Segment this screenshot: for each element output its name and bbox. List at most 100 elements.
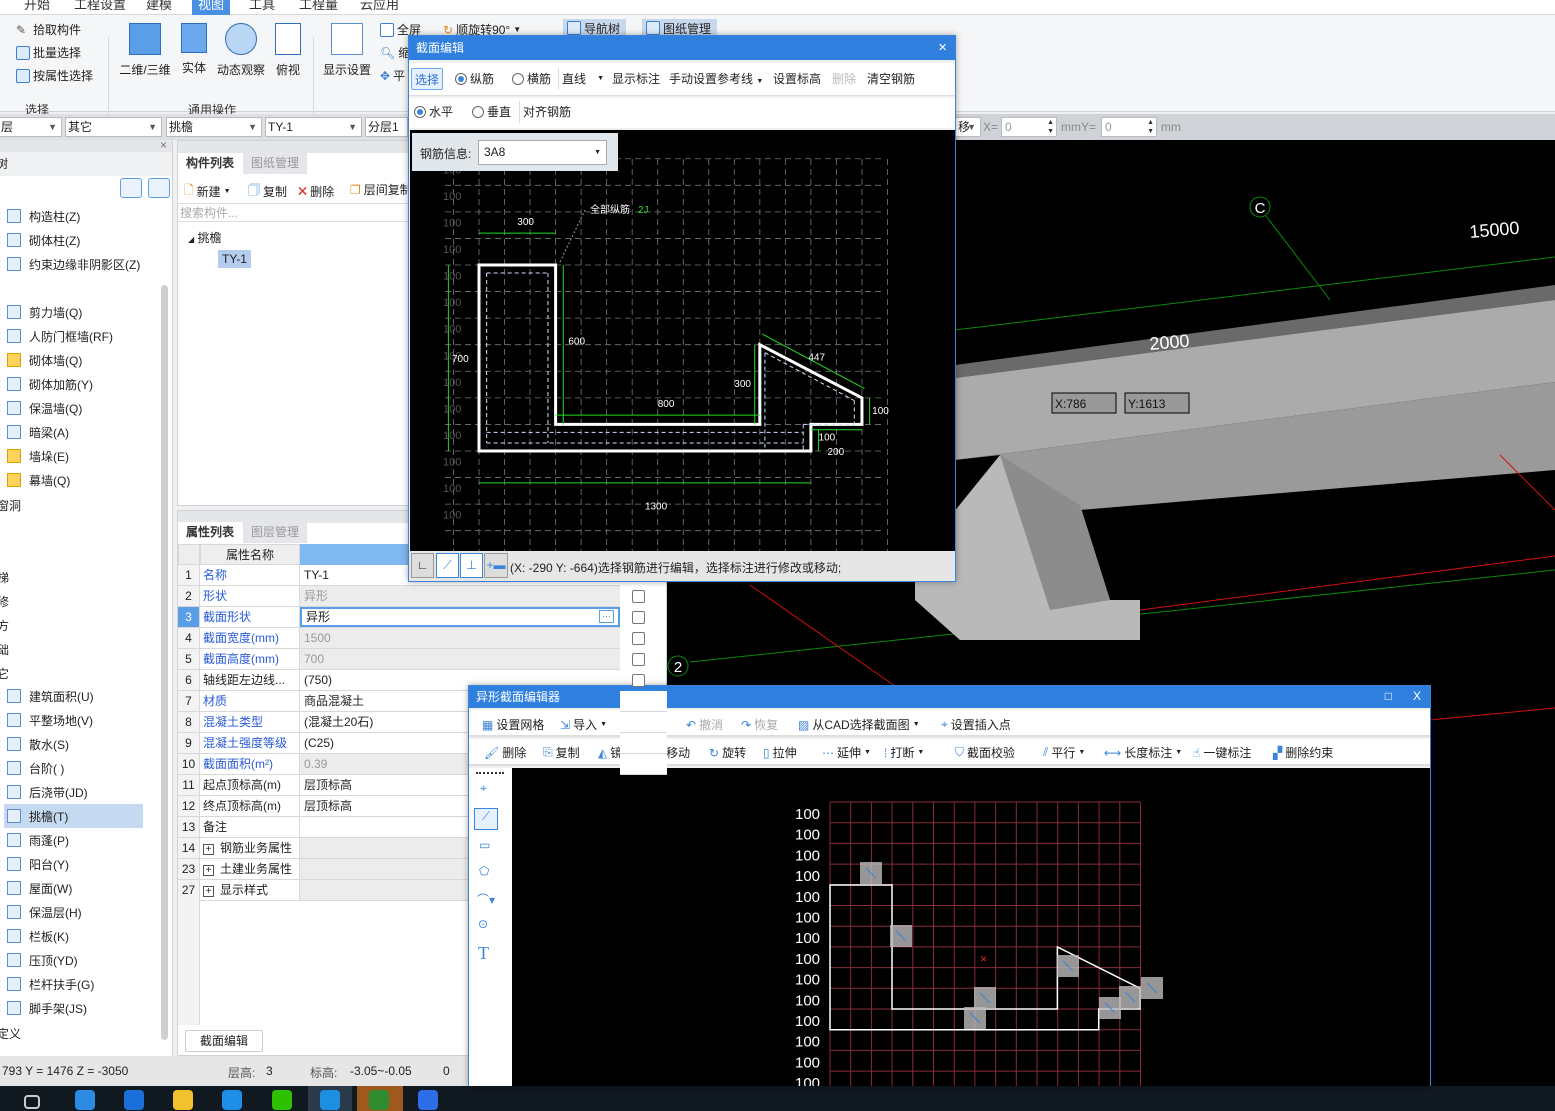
scrollbar[interactable]	[161, 285, 168, 1040]
menu-tab[interactable]: 工具	[243, 0, 281, 15]
nav-item[interactable]: 约束边缘非阴影区(Z)	[0, 252, 160, 276]
vertical-radio[interactable]: 垂直	[469, 101, 514, 123]
task-view-icon[interactable]	[24, 1095, 40, 1109]
search-component-input[interactable]: 搜索构件...	[178, 203, 408, 222]
nav-item[interactable]: 保温墙(Q)	[0, 396, 160, 420]
select-by-attr-button[interactable]: 按属性选择	[16, 67, 93, 84]
x-offset-input[interactable]: 0 ▲ ▼	[1001, 117, 1057, 137]
solid-button[interactable]: 实体	[178, 23, 210, 76]
shape-editor-canvas[interactable]: 100 100 100 100 100 100 100 100 100 100 100 100 100 1…	[512, 768, 1430, 1086]
nav-category[interactable]: 定义	[0, 1025, 21, 1042]
filter-dropdown[interactable]: 分层1	[365, 117, 408, 137]
editor-tool-button[interactable]: ↷ 恢复	[741, 716, 778, 733]
dimension-label-total_width[interactable]: 1300	[645, 501, 668, 512]
nav-item[interactable]: 屋面(W)	[0, 876, 160, 900]
nav-item[interactable]: 暗梁(A)	[0, 420, 160, 444]
expand-plus-icon[interactable]: +	[203, 865, 214, 876]
collapse-triangle-icon[interactable]: ◢	[188, 235, 194, 244]
snap-insert-icon[interactable]: +▬	[484, 553, 508, 578]
editor-tool-button[interactable]: ⫽ 平行 ▼	[1043, 744, 1085, 761]
editor-tool-button[interactable]: ⌖ 设置插入点	[941, 716, 1011, 733]
nav-item[interactable]: 平整场地(V)	[0, 708, 160, 732]
nav-category[interactable]: 方	[0, 617, 9, 634]
expand-plus-icon[interactable]: +	[203, 886, 214, 897]
point-icon[interactable]: ⌖	[480, 781, 487, 796]
editor-tool-button[interactable]: ▞ 删除约束	[1273, 744, 1333, 761]
editor-tool-button[interactable]: ⟷ 长度标注 ▼	[1104, 744, 1182, 761]
editor-tool-button[interactable]: ⋯ 延伸 ▼	[822, 744, 871, 761]
nav-item[interactable]: 剪力墙(Q)	[0, 300, 160, 324]
rebar-info-dropdown[interactable]: 3A8 ▼	[478, 140, 607, 165]
dimension-label-height[interactable]: 700	[452, 354, 469, 365]
maximize-icon[interactable]: □	[1385, 689, 1392, 703]
delete-button[interactable]: 🗙 删除	[298, 181, 334, 202]
dimension-label-right_height[interactable]: 100	[872, 406, 889, 417]
align-rebar-button[interactable]: 对齐钢筋	[519, 101, 574, 123]
wechat-icon[interactable]	[272, 1090, 292, 1110]
section-edit-button[interactable]: 截面编辑	[185, 1030, 263, 1052]
copy-button[interactable]: 🗍 复制	[248, 181, 287, 202]
property-value[interactable]: 异形	[300, 586, 620, 606]
property-row[interactable]: 3 截面形状 异形 ···	[178, 607, 620, 628]
nav-item[interactable]: 栏板(K)	[0, 924, 160, 948]
close-icon[interactable]: ×	[938, 39, 947, 56]
polygon-icon[interactable]: ⬠	[479, 864, 489, 878]
nav-item[interactable]: 构造柱(Z)	[0, 204, 160, 228]
clear-rebar-button[interactable]: 清空钢筋	[864, 68, 918, 90]
set-elevation-button[interactable]: 设置标高	[770, 68, 824, 90]
close-icon[interactable]: ×	[160, 138, 167, 152]
tree-node-cornice[interactable]: ◢ 挑檐	[188, 229, 222, 246]
dimension-label-step_w[interactable]: 200	[827, 447, 844, 458]
editor-tool-button[interactable]: ▨ 从CAD选择截面图 ▼	[798, 716, 920, 733]
filter-dropdown[interactable]: 层 ▼	[0, 117, 62, 137]
leader-text[interactable]: 全部纵筋	[590, 203, 630, 216]
nav-item[interactable]: 栏杆扶手(G)	[0, 972, 160, 996]
line-tool-icon[interactable]: ⟋	[474, 808, 498, 830]
menu-tab[interactable]: 开始	[18, 0, 56, 15]
snap-mode-dropdown[interactable]: 移 ▼	[955, 117, 981, 137]
editor-tool-button[interactable]: ⁞ 打断 ▼	[884, 744, 924, 761]
top-view-button[interactable]: 俯视	[273, 23, 303, 78]
section-drawing-canvas[interactable]: 100 100 100 100 100 100 100 100 100 100 100 100 100 1…	[410, 130, 955, 551]
property-row[interactable]: 4 截面宽度(mm) 1500	[178, 628, 620, 649]
list-view-icon[interactable]	[120, 178, 142, 198]
circle-icon[interactable]: ⊙	[478, 917, 488, 931]
property-value[interactable]: 异形	[300, 607, 620, 627]
nav-category[interactable]: 窗洞	[0, 497, 21, 514]
property-row[interactable]: 5 截面高度(mm) 700	[178, 649, 620, 670]
editor-tool-button[interactable]: ↶ 撤消	[686, 716, 723, 733]
spinner-icon[interactable]: ▲ ▼	[1147, 118, 1154, 136]
horizontal-radio[interactable]: 水平	[411, 101, 456, 123]
editor-tool-button[interactable]: ▯ 拉伸	[763, 744, 797, 761]
nav-item[interactable]: 砌体墙(Q)	[0, 348, 160, 372]
pick-component-button[interactable]: ✎ 拾取构件	[16, 21, 81, 38]
editor-tool-button[interactable]: ⛉ 截面校验	[955, 744, 1015, 761]
2d-3d-button[interactable]: 二维/三维	[117, 23, 173, 78]
nav-item[interactable]: 砌体加筋(Y)	[0, 372, 160, 396]
checkbox[interactable]	[632, 674, 645, 687]
dimension-label-step_height[interactable]: 300	[734, 379, 751, 390]
editor-tool-button[interactable]: ⎘ 复制	[543, 744, 580, 761]
qq-browser-icon[interactable]	[222, 1090, 242, 1110]
nav-item[interactable]: 台阶( )	[0, 756, 160, 780]
filter-dropdown[interactable]: 其它 ▼	[65, 117, 162, 137]
checkbox[interactable]	[632, 653, 645, 666]
snap-endpoint-icon[interactable]: ⟋	[436, 553, 459, 578]
line-type-dropdown[interactable]: 直线 ▼	[558, 68, 606, 90]
rectangle-icon[interactable]: ▭	[479, 838, 490, 852]
nav-item[interactable]: 墙垛(E)	[0, 444, 160, 468]
nav-category[interactable]: 梯	[0, 569, 9, 586]
show-dims-button[interactable]: 显示标注	[609, 68, 663, 90]
editor-tool-button[interactable]: ☝ 一键标注	[1193, 744, 1251, 761]
dimension-label-slope[interactable]: 447	[808, 353, 825, 364]
panel-view-icon[interactable]	[148, 178, 170, 198]
nav-category[interactable]: 础	[0, 641, 9, 658]
close-icon[interactable]: X	[1413, 689, 1421, 703]
wps-icon[interactable]	[418, 1090, 438, 1110]
nav-item[interactable]: 挑檐(T)	[4, 804, 143, 828]
leader-code[interactable]: 2J	[638, 205, 649, 216]
select-button[interactable]: 选择	[411, 68, 444, 90]
y-offset-input[interactable]: 0 ▲ ▼	[1101, 117, 1157, 137]
filter-dropdown[interactable]: TY-1 ▼	[265, 117, 362, 137]
dimension-label-bottom_len[interactable]: 800	[658, 399, 675, 410]
